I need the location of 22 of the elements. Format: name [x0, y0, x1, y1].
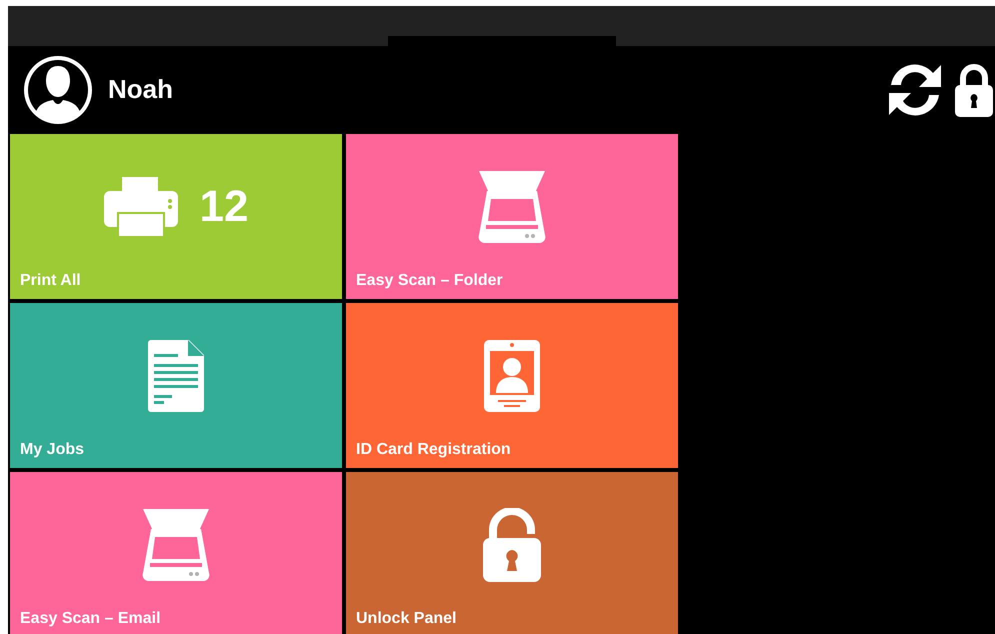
function-tile[interactable]: My Jobs [10, 303, 342, 468]
lock-icon[interactable] [955, 62, 993, 116]
scanner-icon [141, 508, 211, 580]
function-tile[interactable]: ID Card Registration [346, 303, 678, 468]
user-name: Noah [108, 73, 173, 106]
tile-label: Easy Scan – Folder [356, 271, 503, 291]
tile-label: ID Card Registration [356, 440, 511, 460]
id-card-icon [484, 340, 540, 412]
job-count: 12 [200, 180, 248, 232]
function-tile[interactable]: Easy Scan – Email [10, 472, 342, 634]
tile-label: Unlock Panel [356, 609, 456, 629]
document-icon [148, 340, 204, 412]
function-tile[interactable]: Unlock Panel [346, 472, 678, 634]
tile-label: Print All [20, 271, 81, 291]
printer-icon [104, 174, 178, 238]
scanner-icon [477, 170, 547, 242]
function-tile[interactable]: Easy Scan – Folder [346, 134, 678, 299]
tile-label: My Jobs [20, 440, 84, 460]
unlocked-padlock-icon [483, 508, 541, 582]
tile-label: Easy Scan – Email [20, 609, 161, 629]
user-avatar[interactable] [22, 54, 94, 126]
function-tile[interactable]: 12 Print All [10, 134, 342, 299]
